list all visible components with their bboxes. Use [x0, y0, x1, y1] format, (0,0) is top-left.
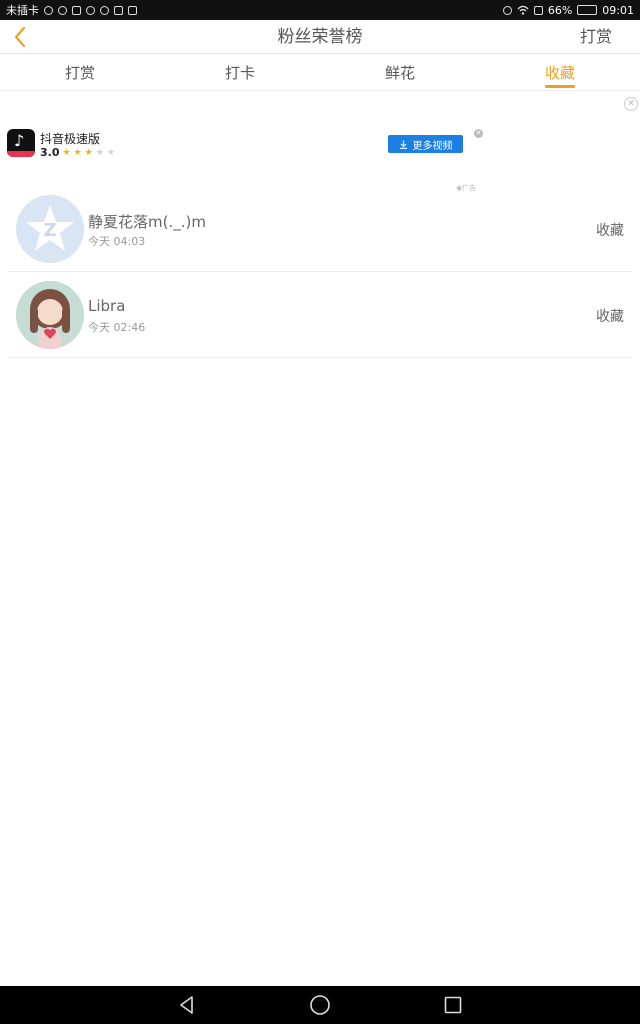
tab-checkin[interactable]: 打卡: [160, 55, 320, 90]
app-icon-strip: [7, 151, 35, 157]
cta-label: 更多视频: [412, 140, 453, 152]
bag-icon: [114, 5, 123, 15]
action-label: 收藏: [596, 309, 624, 325]
triangle-back-icon: [179, 996, 193, 1014]
image-icon: [128, 5, 137, 15]
star-icon: ★: [95, 147, 104, 158]
ad-app-name[interactable]: 抖音极速版: [40, 130, 100, 147]
nav-home-button[interactable]: [307, 992, 333, 1018]
system-nav-bar: [0, 986, 640, 1024]
tab-favorites[interactable]: 收藏: [480, 55, 640, 90]
notification-icon: [44, 5, 53, 15]
tab-bar: 打赏 打卡 鲜花 收藏: [0, 55, 640, 91]
action-label: 收藏: [596, 223, 624, 239]
battery-percent: 66%: [547, 3, 573, 17]
nav-back-button[interactable]: [174, 992, 200, 1018]
douyin-app-icon[interactable]: ♪: [7, 129, 35, 157]
ad-close-icon[interactable]: ✕: [474, 129, 483, 138]
avatar[interactable]: [16, 281, 84, 349]
user-name: Libra: [88, 297, 126, 315]
ad-banner[interactable]: ✕ ♪ 抖音极速版 3.0 ★ ★ ★ ★ ★ 更多视频 ✕ ◉广告: [0, 92, 640, 192]
nav-recents-button[interactable]: [440, 992, 466, 1018]
location-icon: [86, 5, 95, 15]
favorites-list: Z 静夏花落m(._.)m 今天 04:03 收藏 Libra 今天 02:46…: [8, 186, 632, 358]
ad-dismiss-icon[interactable]: ✕: [624, 97, 638, 111]
location-icon: [100, 5, 109, 15]
square-recents-icon: [445, 996, 462, 1014]
timestamp: 今天 04:03: [88, 235, 146, 248]
page-title: 粉丝荣誉榜: [277, 27, 363, 47]
star-icon: ★: [73, 147, 82, 158]
status-bar: 未插卡 66% 09:01: [0, 0, 640, 20]
star-icon: ★: [84, 147, 93, 158]
rating-value: 3.0: [40, 146, 60, 159]
reward-button[interactable]: 打赏: [580, 20, 612, 54]
list-item[interactable]: Z 静夏花落m(._.)m 今天 04:03 收藏: [8, 186, 632, 272]
more-videos-button[interactable]: 更多视频: [388, 135, 463, 153]
ad-rating: 3.0 ★ ★ ★ ★ ★: [40, 146, 115, 159]
chevron-left-icon: [14, 26, 26, 48]
circle-home-icon: [310, 995, 330, 1015]
download-icon: [399, 140, 407, 149]
battery-icon: [577, 5, 598, 15]
message-icon: [72, 5, 81, 15]
location-icon: [58, 5, 67, 15]
girl-avatar-icon: [16, 281, 84, 349]
star-icon: ★: [62, 147, 71, 158]
clock: 09:01: [602, 3, 634, 17]
list-item[interactable]: Libra 今天 02:46 收藏: [8, 272, 632, 358]
alarm-icon: [502, 5, 512, 15]
music-note-icon: ♪: [14, 131, 25, 150]
qq-avatar-icon: Z: [16, 195, 84, 263]
tab-reward[interactable]: 打赏: [0, 55, 160, 90]
timestamp: 今天 02:46: [88, 321, 146, 334]
back-button[interactable]: [6, 22, 34, 52]
wifi-icon: [517, 5, 529, 15]
avatar[interactable]: Z: [16, 195, 84, 263]
sim-icon: [533, 5, 543, 15]
app-header: 粉丝荣誉榜 打赏: [0, 20, 640, 54]
carrier-text: 未插卡: [6, 4, 39, 17]
star-icon: ★: [106, 147, 115, 158]
svg-text:Z: Z: [43, 220, 56, 241]
tab-flowers[interactable]: 鲜花: [320, 55, 480, 90]
user-name: 静夏花落m(._.)m: [88, 213, 206, 231]
